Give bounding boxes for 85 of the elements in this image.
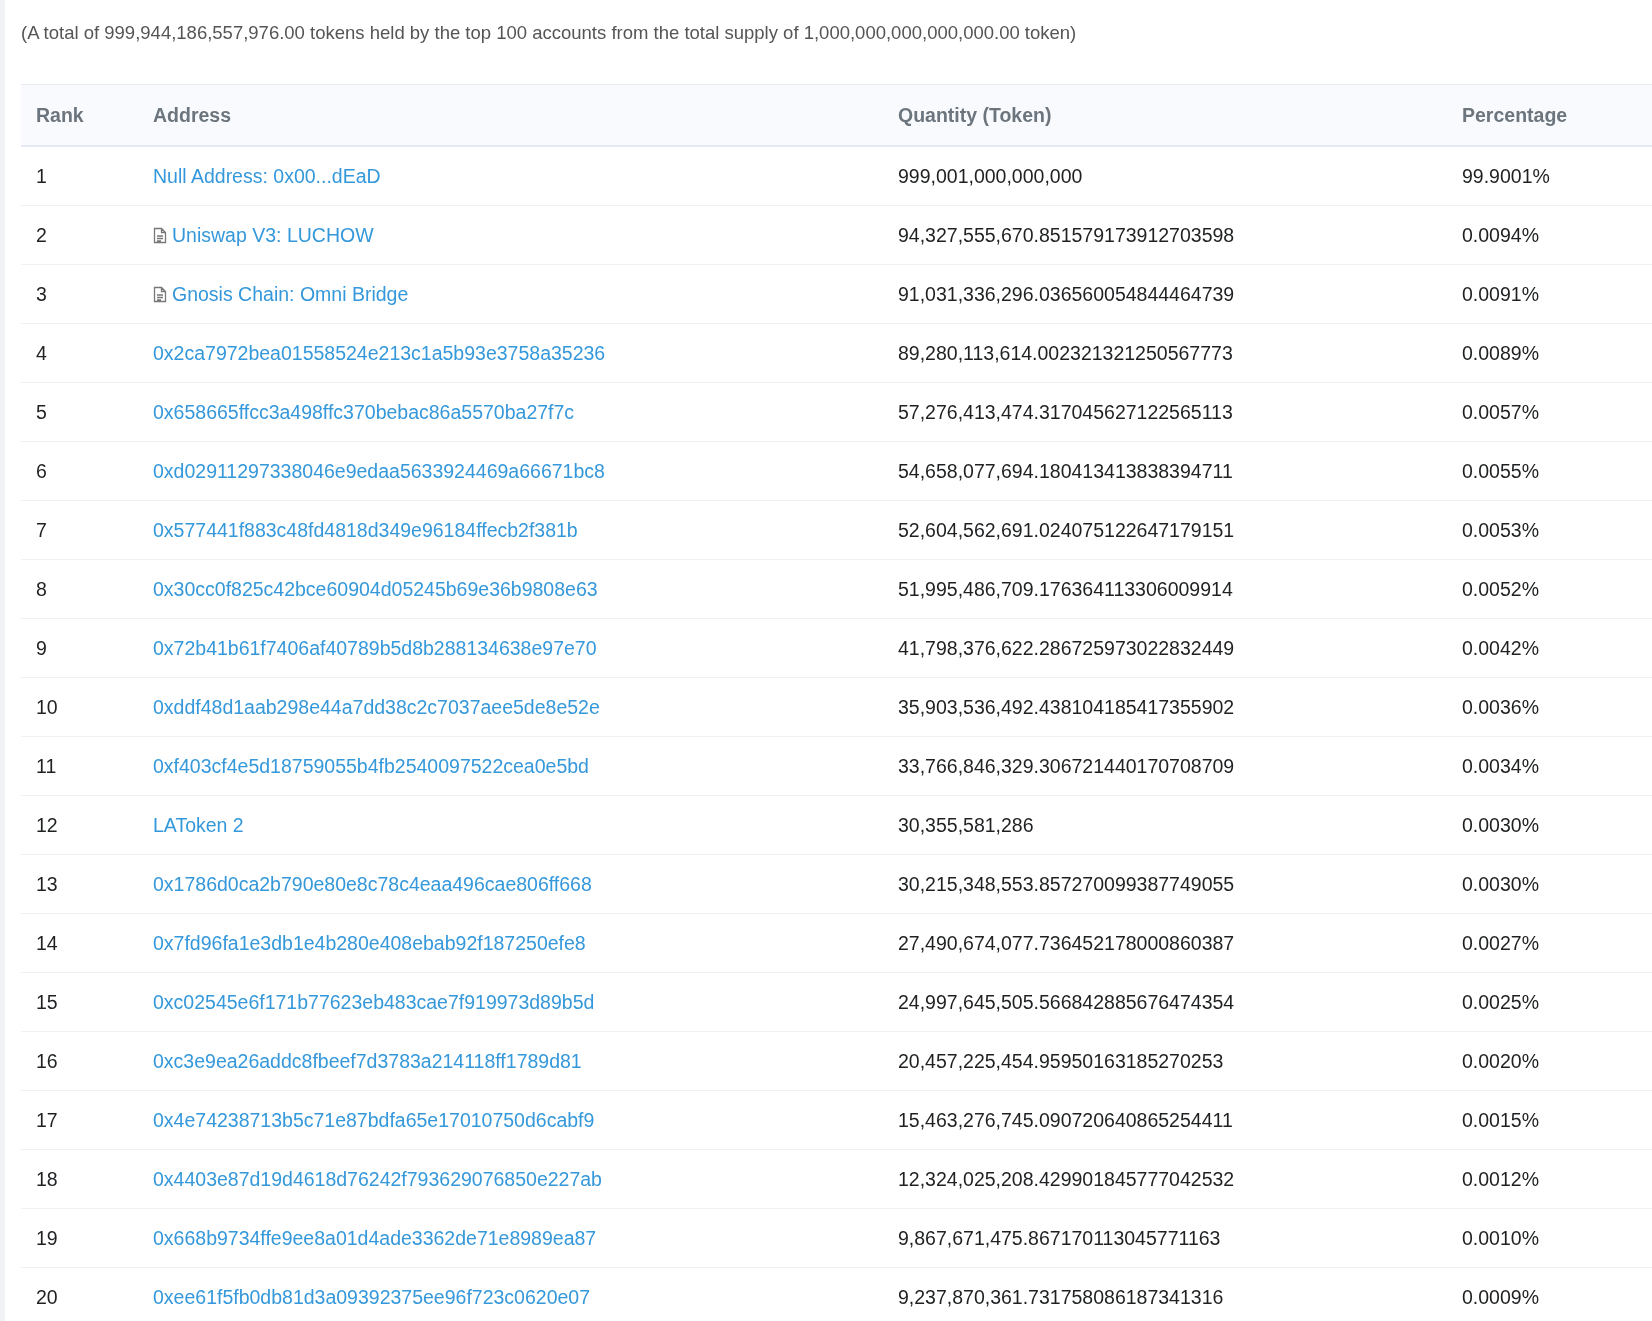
rank-cell-text: 8 <box>35 577 48 601</box>
percentage-cell-text: 0.0091% <box>1461 282 1540 306</box>
rank-cell-text: 4 <box>35 341 48 365</box>
quantity-cell-text: 52,604,562,691.024075122647179151 <box>897 518 1236 542</box>
quantity-cell-text: 35,903,536,492.438104185417355902 <box>897 695 1236 719</box>
rank-cell-text: 15 <box>35 990 59 1014</box>
percentage-cell-text: 0.0009% <box>1461 1285 1540 1309</box>
rank-cell-text: 11 <box>35 754 58 778</box>
percentage-cell-text: 0.0057% <box>1461 400 1540 424</box>
address-link[interactable]: 0x4e74238713b5c71e87bdfa65e17010750d6cabf9 <box>153 1108 595 1132</box>
percentage-cell-text: 0.0025% <box>1461 990 1540 1014</box>
rank-cell-text: 14 <box>35 931 59 955</box>
address-link[interactable]: 0xddf48d1aab298e44a7dd38c2c7037aee5de8e52e <box>153 695 600 719</box>
rank-cell-text: 7 <box>35 518 48 542</box>
address-link[interactable]: Gnosis Chain: Omni Bridge <box>172 282 409 306</box>
holders-summary: (A total of 999,944,186,557,976.00 tokens held by the top 100 accounts from the total supply of 1,000,000,000,000,000.00 token) <box>20 21 1078 45</box>
column-header: Address <box>152 103 233 127</box>
percentage-cell-text: 0.0089% <box>1461 341 1540 365</box>
quantity-cell-text: 54,658,077,694.180413413838394711 <box>897 459 1234 483</box>
address-link[interactable]: Uniswap V3: LUCHOW <box>172 223 374 247</box>
quantity-cell-text: 94,327,555,670.851579173912703598 <box>897 223 1236 247</box>
address-link[interactable]: 0x72b41b61f7406af40789b5d8b288134638e97e70 <box>153 636 597 660</box>
percentage-cell-text: 0.0042% <box>1461 636 1540 660</box>
quantity-cell-text: 12,324,025,208.429901845777042532 <box>897 1167 1236 1191</box>
percentage-cell-text: 0.0052% <box>1461 577 1540 601</box>
address-link[interactable]: 0x2ca7972bea01558524e213c1a5b93e3758a35236 <box>153 341 606 365</box>
address-link[interactable]: 0xee61f5fb0db81d3a09392375ee96f723c0620e07 <box>153 1285 591 1309</box>
address-link[interactable]: Null Address: 0x00...dEaD <box>153 164 381 188</box>
percentage-cell-text: 0.0020% <box>1461 1049 1540 1073</box>
quantity-cell-text: 27,490,674,077.736452178000860387 <box>897 931 1236 955</box>
percentage-cell-text: 0.0034% <box>1461 754 1540 778</box>
quantity-cell-text: 999,001,000,000,000 <box>897 164 1084 188</box>
address-link[interactable]: 0x4403e87d19d4618d76242f793629076850e227ab <box>153 1167 602 1191</box>
percentage-cell-text: 0.0027% <box>1461 931 1540 955</box>
quantity-cell-text: 30,355,581,286 <box>897 813 1035 837</box>
rank-cell-text: 10 <box>35 695 59 719</box>
quantity-cell-text: 33,766,846,329.306721440170708709 <box>897 754 1236 778</box>
quantity-cell-text: 41,798,376,622.286725973022832449 <box>897 636 1236 660</box>
rank-cell-text: 19 <box>35 1226 59 1250</box>
quantity-cell-text: 9,867,671,475.867170113045771163 <box>897 1226 1222 1250</box>
rank-cell-text: 17 <box>35 1108 59 1132</box>
quantity-cell-text: 89,280,113,614.002321321250567773 <box>897 341 1234 365</box>
address-link[interactable]: 0x577441f883c48fd4818d349e96184ffecb2f381b <box>153 518 578 542</box>
rank-cell-text: 2 <box>35 223 48 247</box>
percentage-cell-text: 0.0012% <box>1461 1167 1540 1191</box>
rank-cell-text: 9 <box>35 636 48 660</box>
address-link[interactable]: 0xf403cf4e5d18759055b4fb2540097522cea0e5bd <box>153 754 589 778</box>
address-link[interactable]: 0xd02911297338046e9edaa5633924469a66671bc8 <box>153 459 605 483</box>
rank-cell-text: 12 <box>35 813 59 837</box>
percentage-cell-text: 0.0055% <box>1461 459 1540 483</box>
rank-cell-text: 18 <box>35 1167 59 1191</box>
column-header: Percentage <box>1461 103 1569 127</box>
percentage-cell-text: 0.0036% <box>1461 695 1540 719</box>
quantity-cell-text: 51,995,486,709.176364113306009914 <box>897 577 1234 601</box>
quantity-cell-text: 91,031,336,296.036560054844464739 <box>897 282 1236 306</box>
address-link[interactable]: 0x668b9734ffe9ee8a01d4ade3362de71e8989ea87 <box>153 1226 597 1250</box>
address-link[interactable]: 0xc02545e6f171b77623eb483cae7f919973d89b5d <box>153 990 595 1014</box>
quantity-cell-text: 20,457,225,454.95950163185270253 <box>897 1049 1225 1073</box>
rank-cell-text: 5 <box>35 400 48 424</box>
rank-cell-text: 1 <box>35 164 48 188</box>
percentage-cell-text: 99.9001% <box>1461 164 1551 188</box>
rank-cell-text: 16 <box>35 1049 59 1073</box>
quantity-cell-text: 57,276,413,474.317045627122565113 <box>897 400 1234 424</box>
address-link[interactable]: 0xc3e9ea26addc8fbeef7d3783a214118ff1789d81 <box>153 1049 582 1073</box>
rank-cell-text: 6 <box>35 459 48 483</box>
rank-cell-text: 3 <box>35 282 48 306</box>
quantity-cell-text: 30,215,348,553.857270099387749055 <box>897 872 1236 896</box>
rank-cell-text: 13 <box>35 872 59 896</box>
column-header: Rank <box>35 103 85 127</box>
quantity-cell-text: 24,997,645,505.566842885676474354 <box>897 990 1236 1014</box>
percentage-cell-text: 0.0094% <box>1461 223 1540 247</box>
percentage-cell-text: 0.0030% <box>1461 872 1540 896</box>
address-link[interactable]: LAToken 2 <box>153 813 244 837</box>
address-link[interactable]: 0x1786d0ca2b790e80e8c78c4eaa496cae806ff668 <box>153 872 592 896</box>
percentage-cell-text: 0.0053% <box>1461 518 1540 542</box>
quantity-cell-text: 15,463,276,745.090720640865254411 <box>897 1108 1234 1132</box>
quantity-cell-text: 9,237,870,361.731758086187341316 <box>897 1285 1225 1309</box>
percentage-cell-text: 0.0015% <box>1461 1108 1540 1132</box>
rank-cell-text: 20 <box>35 1285 59 1309</box>
address-link[interactable]: 0x658665ffcc3a498ffc370bebac86a5570ba27f7c <box>153 400 575 424</box>
address-link[interactable]: 0x7fd96fa1e3db1e4b280e408ebab92f187250efe8 <box>153 931 586 955</box>
percentage-cell-text: 0.0030% <box>1461 813 1540 837</box>
column-header: Quantity (Token) <box>897 103 1053 127</box>
address-link[interactable]: 0x30cc0f825c42bce60904d05245b69e36b9808e63 <box>153 577 598 601</box>
percentage-cell-text: 0.0010% <box>1461 1226 1540 1250</box>
